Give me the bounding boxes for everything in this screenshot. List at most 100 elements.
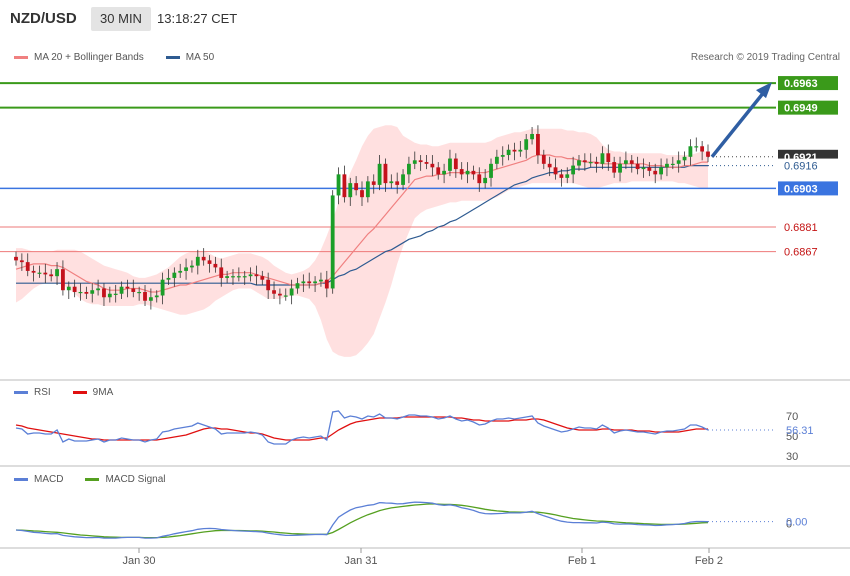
candle-body [113, 293, 118, 295]
rsi-last-value-label: 56.31 [786, 425, 814, 437]
candle-body [477, 174, 482, 184]
candle-body [430, 163, 435, 168]
macd-signal-line [15, 503, 709, 539]
projection-arrow-head [756, 82, 772, 99]
candle-body [131, 288, 136, 292]
candle-body [530, 133, 534, 140]
chart-canvas: 0.69630.69490.69210.69160.69030.68810.68… [0, 76, 850, 567]
candle-body [248, 274, 253, 277]
candle-body [512, 149, 517, 152]
candle-body [90, 290, 95, 294]
candle-body [277, 293, 282, 296]
rsi-ma-line [15, 416, 708, 441]
candle-body [536, 133, 540, 156]
candle-116 [694, 137, 699, 152]
candle-body [647, 167, 652, 171]
candle-body [629, 160, 634, 164]
candle-56 [342, 165, 347, 203]
candle-body [500, 155, 505, 157]
candle-body [31, 270, 36, 273]
rsi-tick-30: 30 [786, 451, 798, 463]
candle-body [260, 276, 265, 280]
candle-body [401, 174, 405, 185]
candle-body [442, 170, 447, 175]
candle-body [524, 139, 529, 150]
candle-body [283, 295, 288, 297]
candle-body [289, 288, 294, 296]
rsi-line [15, 410, 709, 445]
candle-body [618, 163, 622, 173]
candle-body [365, 181, 370, 198]
candle-body [336, 174, 341, 196]
candle-body [489, 163, 493, 178]
candle-body [84, 291, 89, 294]
candle-body [494, 156, 499, 164]
candle-body [55, 269, 59, 277]
candle-body [66, 286, 71, 291]
candle-body [659, 167, 663, 175]
candle-body [190, 265, 194, 268]
level-label-0.6949: 0.6949 [784, 103, 818, 115]
price-panel: 0.69630.69490.69210.69160.69030.68810.68… [0, 76, 838, 357]
time-tick-label: Feb 1 [568, 555, 596, 567]
macd-last-value-label: 0.00 [786, 517, 807, 529]
time-tick-label: Jan 30 [122, 555, 155, 567]
candle-body [201, 256, 206, 261]
candle-body [670, 163, 675, 166]
level-label-0.6963: 0.6963 [784, 78, 818, 90]
candle-body [653, 170, 658, 175]
candle-body [266, 279, 271, 291]
candle-body [219, 267, 224, 278]
candle-body [96, 288, 101, 291]
candle-body [553, 167, 558, 175]
candle-body [700, 146, 705, 152]
candle-body [665, 163, 669, 168]
candle-body [154, 295, 159, 298]
candle-body [354, 183, 359, 191]
candle-body [14, 256, 18, 261]
candle-body [459, 169, 464, 175]
candle-body [635, 163, 640, 170]
candle-body [160, 279, 165, 296]
candle-body [483, 177, 488, 184]
candle-body [148, 297, 153, 301]
candle-body [25, 262, 30, 271]
candle-body [407, 163, 411, 175]
candle-body [242, 276, 247, 278]
macd-line [15, 501, 709, 539]
candle-body [395, 181, 400, 185]
candle-body [324, 279, 329, 289]
candle-body [612, 162, 617, 173]
candle-body [706, 151, 710, 157]
candle-body [102, 288, 106, 298]
candle-body [623, 160, 628, 164]
candle-body [119, 286, 124, 294]
level-label-0.6867: 0.6867 [784, 247, 818, 259]
level-label-0.6881: 0.6881 [784, 222, 818, 234]
candle-body [295, 283, 300, 289]
candle-body [360, 190, 364, 198]
candle-body [49, 274, 54, 277]
candle-body [172, 272, 177, 278]
candle-body [178, 270, 183, 273]
rsi-panel: 30507056.31 [15, 410, 814, 463]
candle-body [231, 276, 235, 278]
candle-body [371, 181, 376, 185]
candle-body [377, 163, 382, 185]
candle-body [272, 290, 276, 294]
candle-body [225, 276, 230, 278]
candle-body [594, 162, 599, 164]
candle-body [195, 256, 200, 266]
candle-body [541, 155, 546, 164]
candle-body [565, 174, 570, 178]
candle-body [676, 160, 681, 164]
candle-body [213, 263, 218, 268]
time-tick-label: Jan 31 [344, 555, 377, 567]
level-label-0.6916: 0.6916 [784, 161, 818, 173]
candle-body [682, 156, 687, 161]
candle-body [641, 167, 646, 170]
candle-body [688, 146, 693, 157]
candle-body [254, 274, 259, 277]
candle-body [600, 153, 605, 164]
time-axis: Jan 30 Jan 31 Feb 1 Feb 2 [122, 548, 723, 567]
